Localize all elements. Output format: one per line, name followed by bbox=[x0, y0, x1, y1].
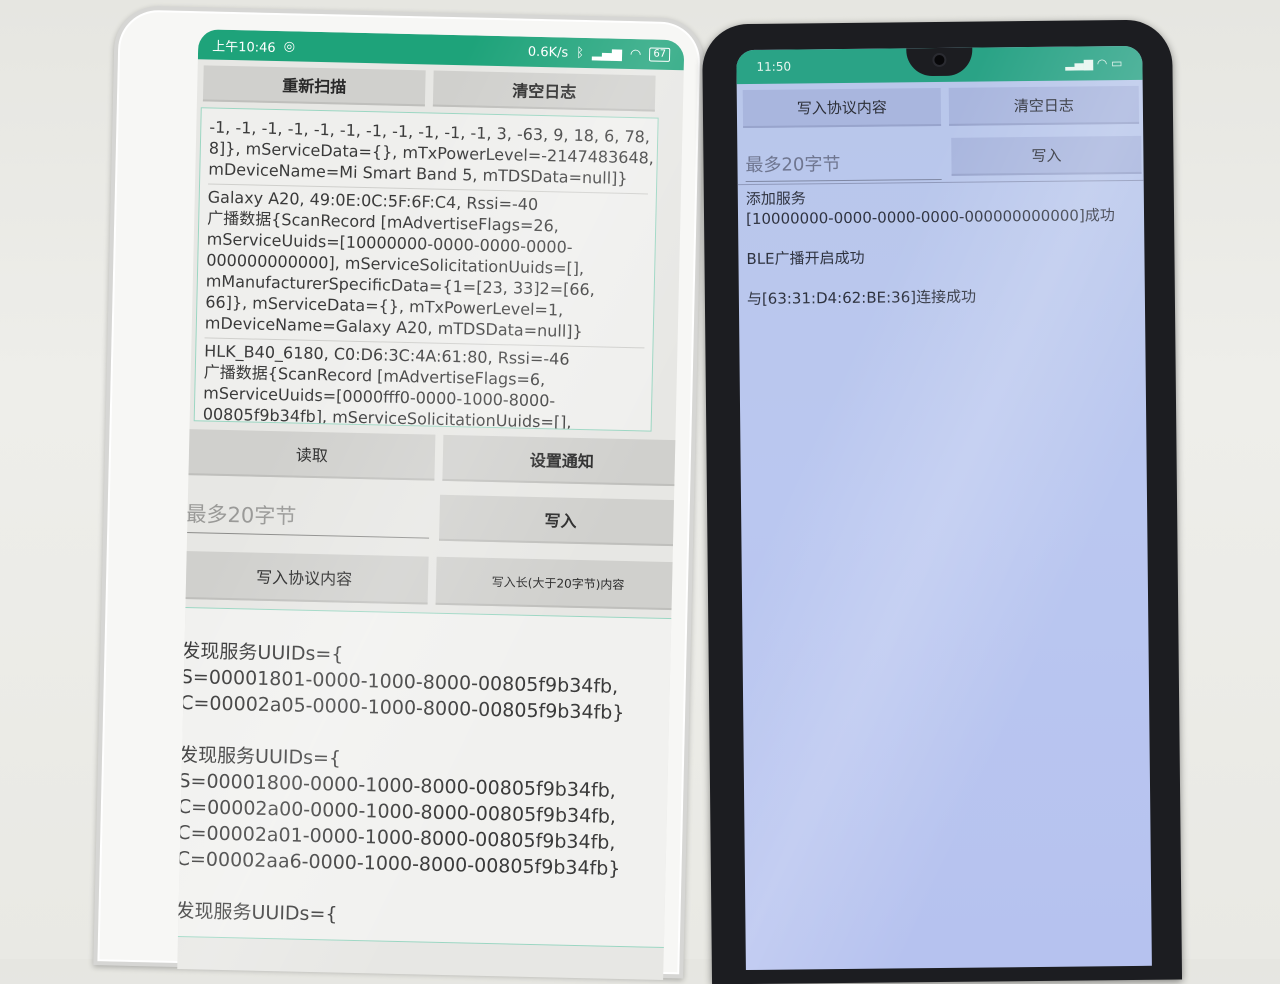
right-status-time: 11:50 bbox=[756, 59, 792, 74]
left-phone: 上午10:46 ◎ 0.6K/s ᛒ ▂▄▆ ◠ 67 重新扫描 清空日志 -1… bbox=[93, 5, 705, 980]
bluetooth-icon: ᛒ bbox=[576, 45, 585, 61]
left-status-time: 上午10:46 bbox=[211, 39, 276, 56]
front-camera-icon bbox=[932, 52, 947, 68]
left-phone-screen: 上午10:46 ◎ 0.6K/s ᛒ ▂▄▆ ◠ 67 重新扫描 清空日志 -1… bbox=[177, 29, 685, 980]
wifi-icon: ◠ bbox=[629, 46, 642, 62]
right-phone: 11:50 ▂▄▆ ◠ ▭ 写入协议内容 清空日志 最多20字节 写入 添加服务… bbox=[702, 19, 1183, 984]
right-clear-log-button[interactable]: 清空日志 bbox=[948, 85, 1140, 126]
scan-result-item[interactable]: -1, -1, -1, -1, -1, -1, -1, -1, -1, -1, … bbox=[208, 114, 654, 195]
left-status-net: 0.6K/s bbox=[527, 44, 569, 61]
rescan-button[interactable]: 重新扫描 bbox=[202, 65, 426, 107]
write-long-button[interactable]: 写入长(大于20字节)内容 bbox=[435, 556, 681, 611]
service-log[interactable]: 发现服务UUIDs={S=00001801-0000-1000-8000-008… bbox=[177, 606, 682, 949]
left-status-bar: 上午10:46 ◎ 0.6K/s ᛒ ▂▄▆ ◠ 67 bbox=[197, 29, 685, 71]
right-log-line: [10000000-0000-0000-0000-000000000000]成功 bbox=[745, 206, 1115, 229]
write-input[interactable]: 最多20字节 bbox=[185, 493, 430, 539]
scan-result-item[interactable]: Galaxy A20, 49:0E:0C:5F:6F:C4, Rssi=-40 广… bbox=[204, 184, 648, 349]
scan-result-item[interactable]: HLK_B40_6180, C0:D6:3C:4A:61:80, Rssi=-4… bbox=[202, 338, 645, 432]
right-phone-screen: 11:50 ▂▄▆ ◠ ▭ 写入协议内容 清空日志 最多20字节 写入 添加服务… bbox=[736, 45, 1152, 971]
right-write-button[interactable]: 写入 bbox=[951, 135, 1142, 176]
read-button[interactable]: 读取 bbox=[188, 429, 436, 481]
write-button[interactable]: 写入 bbox=[439, 494, 682, 547]
right-write-protocol-button[interactable]: 写入协议内容 bbox=[742, 87, 942, 129]
write-protocol-button[interactable]: 写入协议内容 bbox=[179, 550, 429, 605]
right-write-input[interactable]: 最多20字节 bbox=[745, 141, 942, 183]
battery-icon: 67 bbox=[649, 47, 671, 62]
right-log[interactable]: 添加服务 [10000000-0000-0000-0000-00000000000… bbox=[737, 179, 1152, 945]
right-status-icons: ▂▄▆ ◠ ▭ bbox=[1065, 56, 1123, 71]
sync-icon: ◎ bbox=[283, 38, 296, 54]
set-notify-button[interactable]: 设置通知 bbox=[442, 434, 682, 487]
clear-log-button[interactable]: 清空日志 bbox=[432, 70, 656, 112]
right-log-line: 与[63:31:D4:62:BE:36]连接成功 bbox=[746, 287, 977, 309]
scan-log[interactable]: -1, -1, -1, -1, -1, -1, -1, -1, -1, -1, … bbox=[193, 107, 659, 432]
signal-icon: ▂▄▆ bbox=[591, 45, 623, 62]
